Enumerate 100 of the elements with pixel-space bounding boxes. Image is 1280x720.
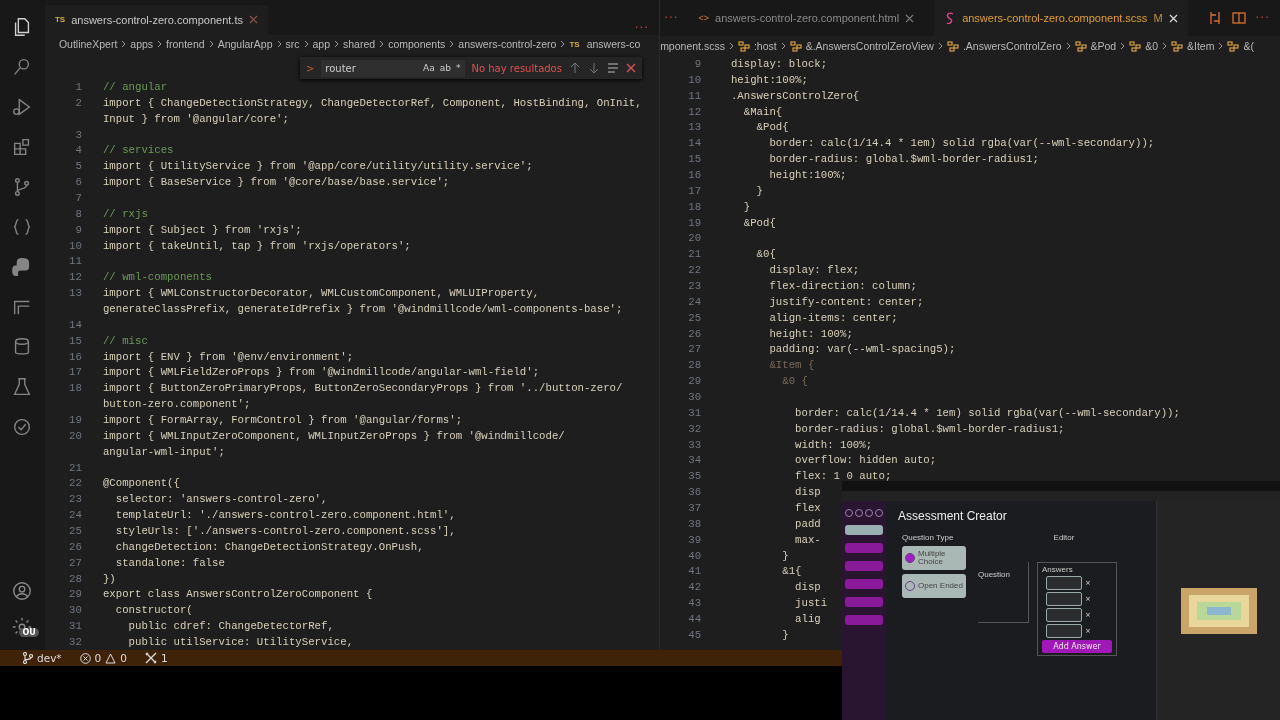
- question-type-option[interactable]: Open Ended: [902, 574, 966, 598]
- breadcrumb[interactable]: &.AnswersControlZeroView: [805, 40, 934, 52]
- branch-status[interactable]: dev*: [22, 652, 62, 664]
- add-answer-button[interactable]: Add Answer: [1042, 640, 1112, 653]
- breadcrumb[interactable]: &0: [1145, 40, 1159, 52]
- code-line: import { ENV } from '@env/environment';: [102, 350, 354, 363]
- line-number: 31: [687, 406, 702, 419]
- line-number: 22: [68, 477, 82, 490]
- line-number: 25: [687, 311, 702, 324]
- line-number: 29: [687, 375, 702, 388]
- code-line: styleUrls: ['./answers-control-zero.component.scss'],: [114, 525, 456, 538]
- line-number: 18: [687, 200, 702, 213]
- code-line: padding: var(--wml-spacing5);: [768, 343, 956, 356]
- answer-field[interactable]: [1046, 608, 1082, 622]
- breadcrumb[interactable]: src: [285, 38, 300, 51]
- line-number: 13: [687, 121, 702, 134]
- line-number: 44: [687, 613, 702, 625]
- line-number: 2: [74, 96, 82, 109]
- line-number: 7: [74, 192, 82, 204]
- section-label: Editor: [1052, 533, 1076, 542]
- breadcrumb[interactable]: AngularApp: [217, 38, 273, 51]
- code-line: &0 {: [781, 375, 808, 388]
- breadcrumb[interactable]: apps: [130, 38, 154, 51]
- code-line: flex: [794, 502, 821, 514]
- toggle-replace-button[interactable]: >: [305, 62, 315, 74]
- code-line: justify-content: center;: [768, 295, 924, 308]
- breadcrumb[interactable]: &Pod: [1090, 40, 1117, 52]
- line-number: 24: [687, 295, 702, 308]
- arrow-down-icon[interactable]: [587, 62, 600, 74]
- breadcrumb[interactable]: mponent.scss: [660, 40, 725, 52]
- code-line: public utilService: UtilityService,: [127, 636, 354, 649]
- compare-icon[interactable]: [1207, 11, 1222, 25]
- chevron-icon: [560, 40, 566, 49]
- line-number: 30: [68, 604, 82, 617]
- line-number: 18: [68, 382, 82, 395]
- line-number: 4: [74, 144, 82, 157]
- code-line: }: [781, 628, 789, 641]
- breadcrumb[interactable]: :host: [753, 40, 777, 52]
- symbol-icon: [946, 40, 959, 52]
- line-number: 9: [693, 57, 702, 70]
- editor-tab[interactable]: <> answers-control-zero.component.html: [688, 0, 925, 36]
- breadcrumb[interactable]: shared: [343, 38, 376, 51]
- answer-field[interactable]: [1046, 624, 1082, 638]
- answer-field[interactable]: [1046, 576, 1082, 590]
- problems-status[interactable]: 0 0: [79, 652, 127, 664]
- code-line: angular-wml-input';: [102, 445, 225, 458]
- chevron-icon: [208, 40, 214, 49]
- chevron-icon: [449, 40, 455, 49]
- account-icon[interactable]: [11, 580, 34, 602]
- breadcrumb[interactable]: .AnswersControlZero: [962, 40, 1062, 52]
- code-line: }: [742, 200, 751, 213]
- symbol-icon: [737, 40, 750, 52]
- breadcrumb[interactable]: answers-control-zero: [458, 38, 557, 51]
- code-line: flex-direction: column;: [768, 279, 917, 292]
- selection-icon[interactable]: [606, 62, 619, 74]
- line-number: 13: [68, 287, 82, 300]
- question-type-option[interactable]: Multiple Choice: [902, 546, 966, 570]
- answer-field[interactable]: [1046, 592, 1082, 606]
- code-line: templateUrl: './answers-control-zero.component.html',: [114, 509, 456, 522]
- code-line: // angular: [102, 81, 168, 93]
- line-number: 42: [687, 581, 702, 594]
- code-line: padd: [794, 517, 821, 530]
- line-number: 35: [687, 470, 702, 483]
- chevron-icon: [780, 42, 786, 50]
- line-number: 25: [68, 525, 82, 538]
- code-line: height: 100%;: [768, 327, 853, 340]
- find-option-button[interactable]: *: [456, 63, 461, 73]
- breadcrumb[interactable]: components: [388, 38, 446, 51]
- find-option-button[interactable]: Aa: [423, 63, 435, 73]
- symbol-icon: [1129, 40, 1142, 52]
- arrow-up-icon[interactable]: [568, 62, 581, 74]
- code-line: @Component({: [102, 477, 180, 490]
- code-line: import { ChangeDetectionStrategy, ChangeDetectorRef, Component, HostBinding, OnInit,: [102, 96, 642, 109]
- line-number: 16: [68, 350, 82, 363]
- breadcrumb[interactable]: app: [312, 38, 331, 51]
- editor-tab[interactable]: TS answers-control-zero.component.ts: [44, 4, 268, 35]
- breadcrumb[interactable]: &(: [1243, 40, 1254, 52]
- symbol-icon: [1171, 40, 1184, 52]
- line-number: 40: [687, 549, 702, 562]
- field-label: Answers: [1042, 565, 1074, 574]
- line-number: 1: [74, 81, 82, 93]
- editor-tab[interactable]: answers-control-zero.component.scss M: [934, 0, 1188, 36]
- split-editor-icon[interactable]: [1231, 11, 1246, 25]
- warning-icon: [105, 652, 117, 664]
- find-field[interactable]: router Aa ab *: [321, 59, 465, 77]
- breadcrumb[interactable]: &Item: [1187, 40, 1215, 52]
- ports-status[interactable]: 1: [144, 652, 168, 664]
- breadcrumb[interactable]: answers-co: [586, 38, 641, 51]
- breadcrumb[interactable]: frontend: [166, 38, 205, 51]
- branch-icon: [22, 652, 33, 664]
- symbol-icon: [1074, 40, 1087, 52]
- code-line: }: [755, 184, 764, 197]
- code-line: import { ButtonZeroPrimaryProps, ButtonZeroSecondaryProps } from '../button-zero/: [102, 382, 623, 395]
- breadcrumb[interactable]: OutlineXpert: [58, 38, 118, 51]
- chevron-icon: [937, 42, 943, 50]
- find-option-button[interactable]: ab: [439, 63, 451, 73]
- code-line: &Pod{: [742, 216, 776, 229]
- code-line: flex: 1 0 auto;: [794, 470, 892, 483]
- line-number: 11: [68, 255, 82, 268]
- line-number: 38: [687, 517, 702, 530]
